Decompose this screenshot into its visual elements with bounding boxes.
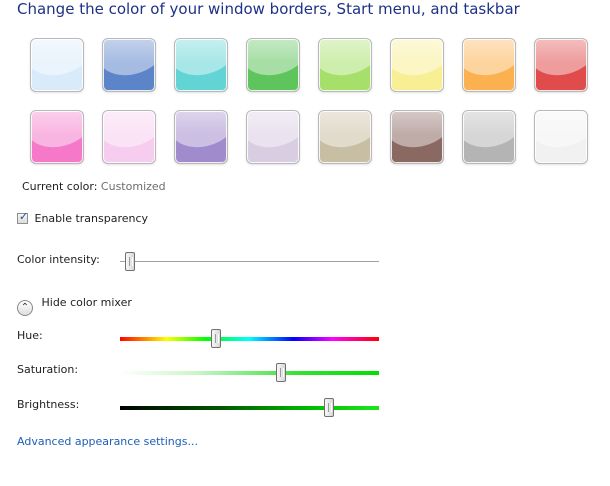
hide-color-mixer-label[interactable]: Hide color mixer [42, 296, 132, 309]
hide-color-mixer-toggle[interactable]: ⌃ Hide color mixer [17, 296, 132, 316]
brightness-slider-thumb[interactable] [324, 398, 334, 417]
color-swatch-lemon[interactable] [390, 38, 444, 92]
color-swatch-slate[interactable] [462, 110, 516, 164]
color-intensity-label: Color intensity: [17, 253, 100, 266]
advanced-appearance-settings-link[interactable]: Advanced appearance settings... [17, 435, 198, 448]
color-swatch-grid [30, 38, 600, 168]
page-title: Change the color of your window borders,… [17, 0, 520, 18]
color-swatch-sky[interactable] [30, 38, 84, 92]
hue-label: Hue: [17, 329, 43, 342]
color-swatch-blush[interactable] [102, 110, 156, 164]
color-swatch-leaf[interactable] [246, 38, 300, 92]
color-swatch-sea[interactable] [174, 38, 228, 92]
current-color-label: Current color: [22, 180, 98, 193]
color-swatch-lavender[interactable] [246, 110, 300, 164]
saturation-slider-thumb[interactable] [276, 363, 286, 382]
saturation-slider-track[interactable] [120, 371, 379, 375]
hue-slider-thumb[interactable] [211, 329, 221, 348]
chevron-up-icon[interactable]: ⌃ [17, 300, 33, 316]
color-swatch-pumpkin[interactable] [462, 38, 516, 92]
current-color-value: Customized [100, 180, 166, 193]
brightness-label: Brightness: [17, 398, 80, 411]
color-swatch-taupe[interactable] [318, 110, 372, 164]
color-swatch-twilight[interactable] [102, 38, 156, 92]
checkmark-icon: ✓ [19, 210, 29, 223]
hue-slider-track[interactable] [120, 337, 379, 341]
enable-transparency-control[interactable]: ✓ Enable transparency [17, 210, 149, 225]
enable-transparency-label[interactable]: Enable transparency [35, 212, 149, 225]
color-intensity-thumb[interactable] [125, 252, 135, 271]
color-swatch-ruby[interactable] [534, 38, 588, 92]
saturation-label: Saturation: [17, 363, 79, 376]
color-swatch-lime[interactable] [318, 38, 372, 92]
color-swatch-frost[interactable] [534, 110, 588, 164]
current-color-line: Current color: Customized [22, 180, 166, 193]
color-swatch-violet[interactable] [174, 110, 228, 164]
color-intensity-track[interactable] [120, 261, 379, 262]
color-swatch-fuchsia[interactable] [30, 110, 84, 164]
enable-transparency-checkbox[interactable]: ✓ [17, 210, 29, 224]
color-swatch-chocolate[interactable] [390, 110, 444, 164]
brightness-slider-track[interactable] [120, 406, 379, 410]
